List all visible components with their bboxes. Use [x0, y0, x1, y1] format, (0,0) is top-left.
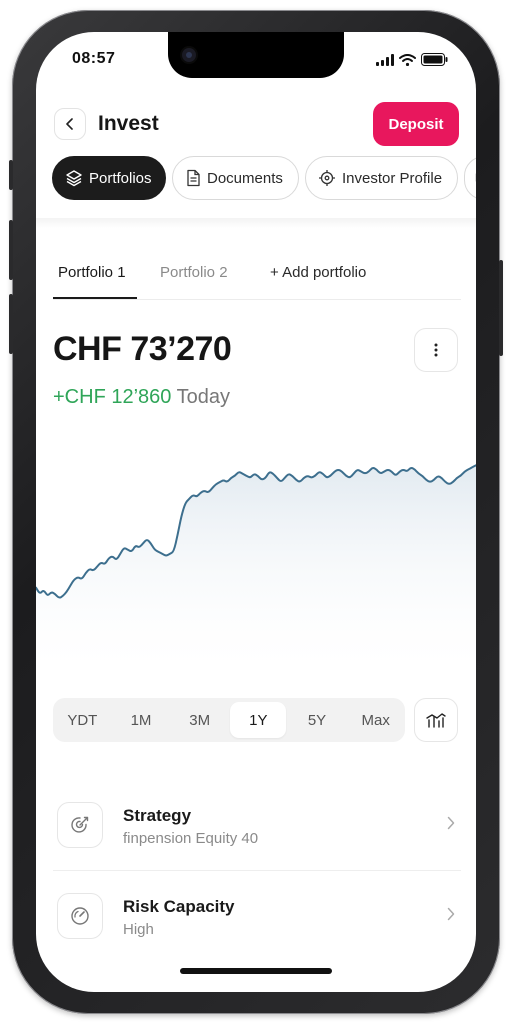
top-tab-bar: Portfolios Documents Investor Profile — [52, 156, 476, 202]
range-option-5y[interactable]: 5Y — [289, 702, 345, 738]
tab-more-partial[interactable] — [464, 156, 476, 200]
change-amount: +CHF 12’860 — [53, 386, 172, 408]
chart-adjust-icon — [426, 713, 446, 728]
list-item-title: Strategy — [123, 806, 192, 825]
tab-documents[interactable]: Documents — [172, 156, 299, 200]
chevron-right-icon — [447, 816, 455, 830]
range-option-3m[interactable]: 3M — [172, 702, 228, 738]
front-camera — [182, 48, 196, 62]
status-icons — [376, 53, 448, 66]
target-icon — [319, 170, 335, 186]
chart-area-fill — [36, 465, 476, 682]
list-item-subtitle: finpension Equity 40 — [123, 830, 259, 847]
more-options-button[interactable] — [414, 328, 458, 372]
chart-settings-button[interactable] — [414, 698, 458, 742]
document-icon — [187, 169, 200, 187]
layers-icon — [66, 170, 82, 187]
tab-label: Investor Profile — [342, 169, 443, 187]
power-button — [499, 260, 503, 356]
app-screen: 08:57 Invest Deposit Portfolios Document… — [36, 32, 476, 992]
wifi-icon — [399, 54, 416, 66]
tab-label: Documents — [207, 169, 283, 187]
gauge-icon — [71, 907, 89, 925]
volume-down-button — [9, 294, 13, 354]
home-indicator[interactable] — [180, 968, 332, 974]
chevron-right-icon — [447, 907, 455, 921]
tab-label: Portfolios — [89, 169, 152, 187]
battery-icon — [421, 53, 448, 66]
portfolio-tab-1[interactable]: Portfolio 1 — [58, 264, 126, 281]
portfolio-tab-2[interactable]: Portfolio 2 — [160, 264, 228, 281]
list-divider — [53, 870, 461, 871]
tab-portfolios[interactable]: Portfolios — [52, 156, 166, 200]
page-title: Invest — [98, 112, 159, 135]
list-item-strategy[interactable]: Strategy finpension Equity 40 — [53, 794, 461, 864]
value-change: +CHF 12’860 Today — [53, 386, 230, 409]
list-item-subtitle: High — [123, 921, 154, 938]
range-option-max[interactable]: Max — [348, 702, 404, 738]
back-button[interactable] — [54, 108, 86, 140]
list-item-risk-capacity[interactable]: Risk Capacity High — [53, 885, 461, 955]
status-time: 08:57 — [72, 50, 116, 67]
settings-icon — [475, 173, 476, 182]
range-option-ydt[interactable]: YDT — [54, 702, 110, 738]
section-divider — [36, 218, 476, 228]
change-period: Today — [176, 386, 230, 408]
range-option-1m[interactable]: 1M — [113, 702, 169, 738]
risk-icon-box — [57, 893, 103, 939]
tab-investor-profile[interactable]: Investor Profile — [305, 156, 458, 200]
target-arrow-icon — [71, 816, 89, 833]
portfolio-chart[interactable] — [36, 412, 476, 682]
silent-switch — [9, 160, 13, 190]
add-portfolio-button[interactable]: + Add portfolio — [270, 264, 366, 281]
volume-up-button — [9, 220, 13, 280]
time-range-selector: YDT 1M 3M 1Y 5Y Max — [53, 698, 405, 742]
chevron-left-icon — [66, 118, 73, 130]
tab-baseline — [53, 299, 461, 300]
more-vertical-icon — [434, 343, 438, 357]
list-item-title: Risk Capacity — [123, 897, 235, 916]
deposit-button[interactable]: Deposit — [373, 102, 459, 146]
signal-icon — [376, 54, 394, 66]
strategy-icon-box — [57, 802, 103, 848]
portfolio-total-value: CHF 73’270 — [53, 330, 232, 368]
range-option-1y[interactable]: 1Y — [230, 702, 287, 738]
